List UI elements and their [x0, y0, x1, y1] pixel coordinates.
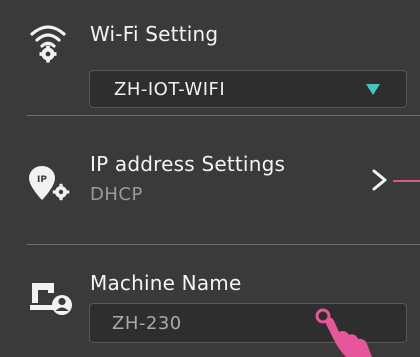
machine-name-title: Machine Name	[90, 271, 242, 295]
wifi-network-value: ZH-IOT-WIFI	[114, 79, 226, 100]
location-gear-icon: IP	[28, 164, 70, 204]
ip-settings-row[interactable]: IP IP address Settings DHCP	[0, 116, 420, 244]
dropdown-arrow-icon	[366, 84, 380, 95]
ip-settings-title: IP address Settings	[90, 152, 286, 176]
pointer-line	[393, 180, 420, 182]
machine-user-icon	[28, 279, 72, 319]
wifi-setting-title: Wi-Fi Setting	[90, 22, 219, 46]
wifi-gear-icon	[28, 18, 68, 63]
settings-panel: Wi-Fi Setting ZH-IOT-WIFI IP IP address …	[0, 0, 420, 357]
chevron-right-icon[interactable]	[370, 168, 390, 192]
wifi-section: Wi-Fi Setting ZH-IOT-WIFI	[0, 0, 420, 114]
machine-name-value: ZH-230	[112, 313, 182, 334]
svg-text:IP: IP	[37, 175, 47, 185]
wifi-network-select[interactable]: ZH-IOT-WIFI	[89, 70, 407, 108]
ip-mode-value: DHCP	[90, 184, 143, 205]
pointing-hand-icon	[315, 308, 372, 357]
